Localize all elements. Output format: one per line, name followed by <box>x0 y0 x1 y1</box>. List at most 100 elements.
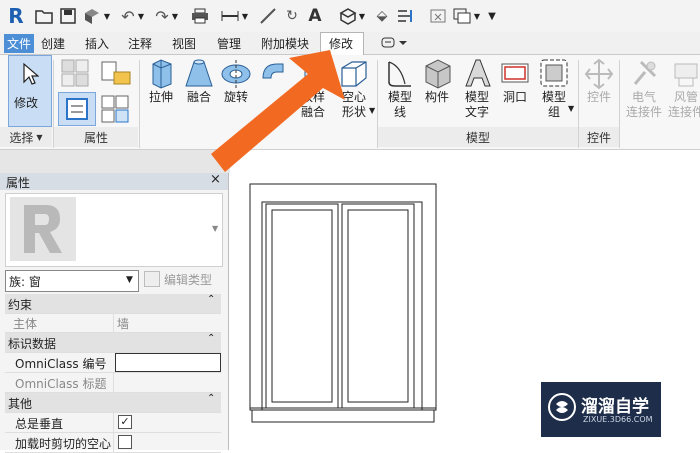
family-preview-image <box>10 197 76 261</box>
tab-annotate[interactable]: 注释 <box>128 35 152 52</box>
model-line-icon <box>388 61 411 87</box>
prop-group-label: 约束 <box>8 298 33 312</box>
duct-connector-button[interactable]: 风管 连接件 <box>666 58 700 120</box>
properties-title-bar: 属性 × <box>0 172 228 190</box>
watermark-title: 溜溜自学 <box>581 397 649 417</box>
extrusion-label: 拉伸 <box>148 90 173 104</box>
control-flip-icon <box>584 58 614 90</box>
sync-icon[interactable] <box>82 6 102 26</box>
family-parameters-button[interactable] <box>100 94 132 124</box>
duct-connector-label-1: 风管 <box>673 90 698 104</box>
extrusion-button[interactable]: 拉伸 <box>144 58 178 105</box>
model-group-dropdown-icon[interactable]: ▼ <box>568 104 574 113</box>
arrow-shape <box>211 50 345 172</box>
prop-row-host: 主体 墙 <box>5 313 221 333</box>
measure-icon[interactable] <box>220 6 240 26</box>
prop-group-other[interactable]: 其他 ⌃ <box>5 393 221 413</box>
quick-access-toolbar: R ▼ ↶ ▼ ↷ ▼ ▼ ↻ A ▼ ⬙ ▼ ▼ <box>0 0 700 32</box>
sync-dropdown-icon[interactable]: ▼ <box>102 6 112 26</box>
component-icon <box>425 59 451 89</box>
close-hidden-windows-icon[interactable] <box>428 6 448 26</box>
annotation-arrow <box>211 50 345 172</box>
model-group-button[interactable]: 模型 组 <box>537 58 571 120</box>
electrical-connector-icon <box>633 60 657 85</box>
prop-group-label: 其他 <box>8 397 33 411</box>
ribbon-separator <box>619 60 620 148</box>
properties-button[interactable] <box>60 58 92 88</box>
model-line-label-2: 线 <box>393 105 406 119</box>
measure-dropdown-icon[interactable]: ▼ <box>240 6 250 26</box>
always-vertical-checkbox[interactable]: ✓ <box>118 415 132 429</box>
tab-insert[interactable]: 插入 <box>85 35 109 52</box>
component-button[interactable]: 构件 <box>421 58 453 105</box>
ribbon-minimize-icon <box>381 37 407 48</box>
model-text-button[interactable]: 模型 文字 <box>459 58 495 120</box>
prop-label: 加载时剪切的空心 <box>15 437 112 451</box>
undo-dropdown-icon[interactable]: ▼ <box>136 6 146 26</box>
electrical-connector-label-1: 电气 <box>631 90 656 104</box>
model-text-label-2: 文字 <box>464 105 489 119</box>
tab-file[interactable]: 文件 <box>4 34 35 53</box>
control-panel-label: 控件 <box>586 130 611 145</box>
prop-value: 墙 <box>117 317 130 331</box>
print-icon[interactable] <box>190 6 210 26</box>
family-parameters-icon <box>101 95 129 123</box>
omniclass-number-input[interactable] <box>115 353 221 372</box>
collapse-icon: ⌃ <box>207 294 216 305</box>
prop-divider <box>113 313 114 332</box>
ribbon-display-toggle[interactable] <box>380 36 410 50</box>
customize-qat-icon[interactable]: ▼ <box>485 6 499 26</box>
duct-connector-icon <box>674 63 698 87</box>
cut-with-voids-checkbox[interactable] <box>118 435 132 449</box>
prop-divider <box>113 373 114 392</box>
open-icon[interactable] <box>34 6 54 26</box>
save-icon[interactable] <box>58 6 78 26</box>
thin-lines-icon[interactable] <box>396 6 416 26</box>
model-panel-bar: 模型 <box>378 127 578 147</box>
edit-type-button[interactable]: 编辑类型 <box>144 269 224 289</box>
type-properties-icon <box>66 98 88 120</box>
electrical-connector-button[interactable]: 电气 连接件 <box>624 58 664 120</box>
switch-windows-icon[interactable] <box>452 6 472 26</box>
properties-panel-bar: 属性 <box>54 127 138 147</box>
revit-family-logo-icon <box>24 205 62 253</box>
family-type-select[interactable]: 族: 窗 ▼ <box>5 270 139 292</box>
type-properties-button[interactable] <box>58 92 96 126</box>
void-forms-dropdown-icon[interactable]: ▼ <box>369 106 375 115</box>
redo-dropdown-icon[interactable]: ▼ <box>170 6 180 26</box>
redo-icon[interactable]: ↷ <box>152 6 172 26</box>
prop-group-label: 标识数据 <box>8 337 57 351</box>
prop-label: OmniClass 编号 <box>15 357 107 371</box>
family-type-value: 族: 窗 <box>9 275 41 289</box>
text-icon[interactable]: A <box>305 6 325 26</box>
3d-view-dropdown-icon[interactable]: ▼ <box>357 6 367 26</box>
undo-icon[interactable]: ↶ <box>118 6 138 26</box>
properties-panel-label: 属性 <box>83 130 108 145</box>
tag-icon[interactable]: ↻ <box>282 6 302 26</box>
tab-view[interactable]: 视图 <box>172 35 196 52</box>
model-group-label-1: 模型 <box>541 90 566 104</box>
select-panel-bar[interactable]: 选择 ▼ <box>0 127 52 147</box>
prop-label: 主体 <box>13 317 38 331</box>
revit-logo-icon[interactable]: R <box>6 4 26 28</box>
modify-button[interactable]: 修改 <box>8 55 52 127</box>
opening-button[interactable]: 洞口 <box>498 58 532 105</box>
model-line-label-1: 模型 <box>387 90 412 104</box>
family-category-button[interactable] <box>100 58 132 88</box>
section-icon[interactable]: ⬙ <box>372 6 392 26</box>
opening-icon <box>501 63 529 83</box>
switch-windows-dropdown-icon[interactable]: ▼ <box>472 6 482 26</box>
opening-label: 洞口 <box>502 90 527 104</box>
type-selector-preview[interactable]: ▼ <box>5 193 223 267</box>
aligned-dimension-icon[interactable] <box>258 6 278 26</box>
prop-group-identity-data[interactable]: 标识数据 ⌃ <box>5 333 221 353</box>
tab-create[interactable]: 创建 <box>41 35 65 52</box>
collapse-icon: ⌃ <box>207 333 216 344</box>
model-line-button[interactable]: 模型 线 <box>383 58 417 120</box>
model-text-icon <box>465 59 491 87</box>
3d-view-icon[interactable] <box>338 6 358 26</box>
prop-divider <box>113 413 114 432</box>
prop-label: 总是垂直 <box>15 417 64 431</box>
control-button[interactable]: 控件 <box>582 58 616 105</box>
prop-group-constraints[interactable]: 约束 ⌃ <box>5 294 221 314</box>
